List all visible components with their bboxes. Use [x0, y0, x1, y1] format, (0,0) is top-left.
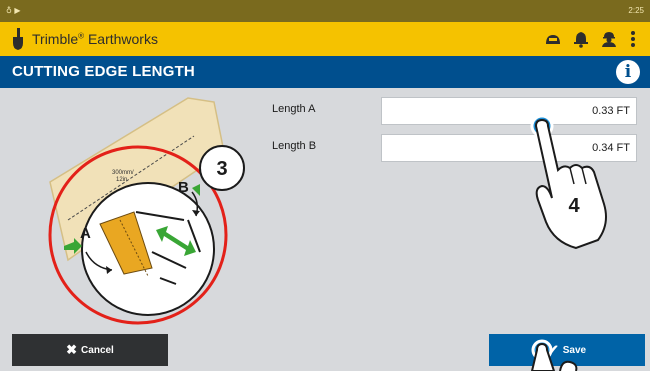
app-name: Trimble — [32, 31, 79, 47]
length-b-input[interactable]: 0.34 FT — [381, 134, 637, 162]
dimension-label-1: 300mm/ — [112, 170, 134, 176]
more-vertical-icon[interactable] — [628, 30, 638, 48]
check-icon: ✔ — [547, 342, 559, 357]
page-title: CUTTING EDGE LENGTH — [12, 63, 195, 80]
step-3-number: 3 — [216, 158, 227, 180]
app-title: Trimble® Earthworks — [32, 31, 158, 47]
marker-a-label: A — [80, 225, 91, 242]
save-button-label: Save — [562, 345, 587, 356]
bell-icon[interactable] — [572, 30, 590, 48]
status-icons: ♁ ▶ — [6, 6, 21, 15]
machine-icon[interactable] — [544, 30, 562, 48]
step-4-number: 4 — [568, 195, 580, 217]
page-header: CUTTING EDGE LENGTH i — [0, 56, 650, 88]
operator-icon[interactable] — [600, 30, 618, 48]
cutting-edge-diagram: 300mm/ 12in A B 3 — [48, 97, 245, 325]
status-clock: 2:25 — [628, 6, 644, 15]
content-area: 300mm/ 12in A B 3 Length A 0.33 FT Lengt… — [0, 88, 650, 371]
app-bar: Trimble® Earthworks — [0, 22, 650, 56]
dimension-label-2: 12in — [116, 177, 127, 183]
shovel-logo-icon — [13, 28, 23, 50]
status-bar: ♁ ▶ 2:25 — [0, 0, 650, 22]
marker-b-label: B — [178, 179, 189, 196]
length-b-label: Length B — [272, 140, 317, 152]
close-icon: ✖ — [66, 342, 78, 357]
save-button[interactable]: ✔ Save — [489, 334, 645, 366]
app-name-suffix: Earthworks — [84, 31, 158, 47]
info-icon[interactable]: i — [616, 60, 640, 84]
cancel-button-label: Cancel — [81, 345, 114, 356]
cancel-button[interactable]: ✖ Cancel — [12, 334, 168, 366]
length-a-input[interactable]: 0.33 FT — [381, 97, 637, 125]
finger-line-1 — [569, 167, 575, 185]
finger-line-2 — [581, 167, 587, 185]
length-a-label: Length A — [272, 103, 316, 115]
